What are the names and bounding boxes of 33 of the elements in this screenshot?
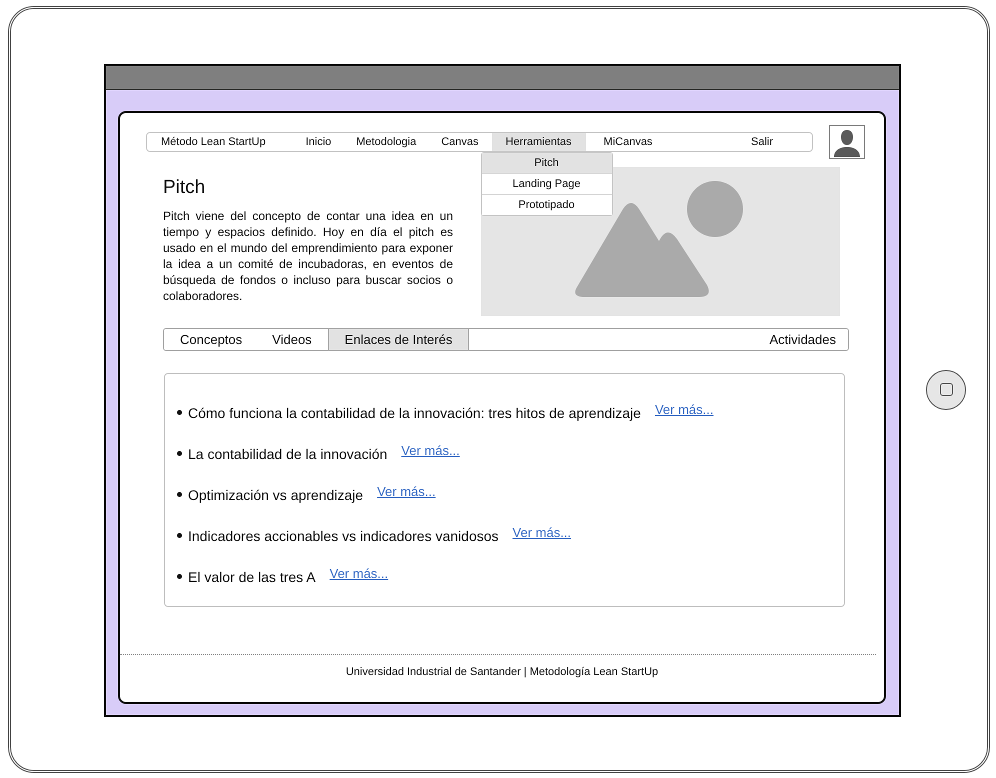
bullet-icon — [177, 492, 182, 497]
menu-item[interactable]: Pitch — [482, 153, 612, 174]
page-title: Pitch — [163, 177, 206, 199]
more-link[interactable]: Ver más... — [512, 525, 572, 540]
more-link[interactable]: Ver más... — [654, 402, 714, 417]
link-title: Cómo funciona la contabilidad de la innovación: tres hitos de aprendizaje — [188, 404, 641, 420]
link-title: La contabilidad de la innovación — [188, 446, 388, 462]
more-link[interactable]: Ver más... — [401, 443, 460, 458]
nav-item[interactable]: Salir — [738, 133, 786, 151]
bullet-icon — [177, 451, 182, 456]
link-title: El valor de las tres A — [188, 568, 316, 584]
nav-item[interactable]: Herramientas — [492, 133, 586, 151]
nav-item[interactable]: Inicio — [294, 133, 344, 151]
nav-item[interactable]: MiCanvas — [592, 133, 666, 151]
bullet-icon — [177, 533, 182, 538]
tab[interactable]: Conceptos — [164, 329, 256, 350]
link-title: Optimización vs aprendizaje — [188, 486, 364, 502]
bullet-icon — [177, 410, 182, 415]
footer-text: Universidad Industrial de Santander | Metodología Lean StartUp — [344, 666, 660, 678]
nav-item[interactable]: Metodologia — [344, 133, 430, 151]
home-button[interactable] — [926, 370, 966, 410]
square-icon — [940, 383, 952, 396]
tab[interactable]: Videos — [256, 329, 328, 350]
tab[interactable]: Actividades — [754, 329, 848, 350]
bullet-icon — [177, 574, 182, 579]
tab[interactable]: Enlaces de Interés — [328, 329, 470, 350]
nav-item[interactable]: Canvas — [429, 133, 492, 151]
more-link[interactable]: Ver más... — [330, 566, 388, 581]
user-avatar-icon[interactable] — [829, 125, 865, 159]
more-link[interactable]: Ver más... — [377, 484, 436, 499]
nav-item[interactable]: Método Lean StartUp — [149, 133, 294, 151]
description-text: Pitch viene del concepto de contar una idea en un tiempo y espacios definido. Hoy en día el pitch es usado en el mundo del emprendimiento para exponer la idea a un comité de incubadoras, en eventos de búsqueda de fondos o incluso para buscar socios o colaboradores. — [163, 208, 453, 304]
link-title: Indicadores accionables vs indicadores vanidosos — [188, 528, 499, 544]
